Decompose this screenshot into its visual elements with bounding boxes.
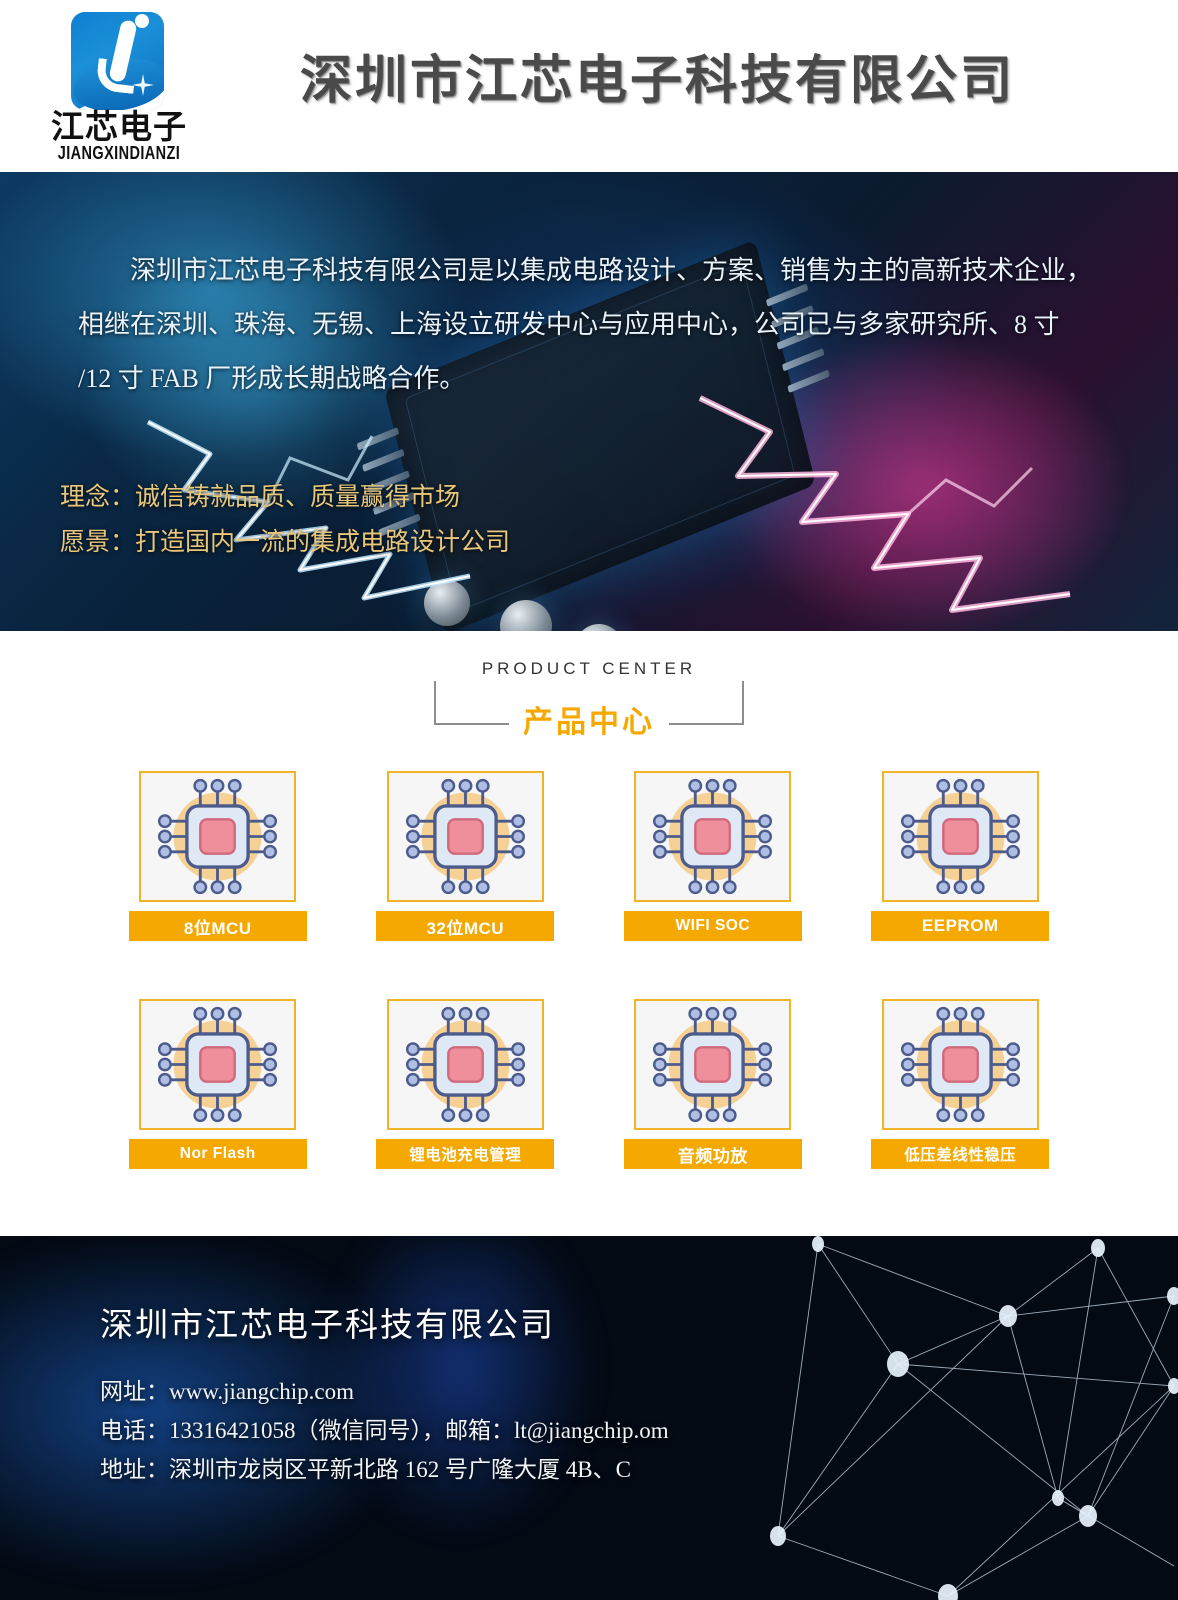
product-card-6[interactable]: 锂电池充电管理 xyxy=(376,999,555,1169)
jiangxin-j-swoosh-logo-icon xyxy=(71,12,164,110)
page-footer: 深圳市江芯电子科技有限公司 网址：www.jiangchip.com 电话：13… xyxy=(0,1236,1178,1600)
product-card-3[interactable]: WIFI SOC xyxy=(623,771,802,941)
product-label: 8位MCU xyxy=(128,911,307,941)
hero-slogans: 理念：诚信铸就品质、质量赢得市场 愿景：打造国内一流的集成电路设计公司 xyxy=(60,475,510,565)
product-label: 锂电池充电管理 xyxy=(376,1139,555,1169)
network-nodes-graphic xyxy=(770,1236,1178,1600)
product-chip-icon xyxy=(386,771,544,902)
product-label: Nor Flash xyxy=(128,1139,307,1169)
hero-slogan-philosophy: 理念：诚信铸就品质、质量赢得市场 xyxy=(60,484,461,511)
product-chip-icon xyxy=(139,771,297,902)
product-chip-icon xyxy=(634,999,792,1130)
section-title-chinese: 产品中心 xyxy=(509,697,669,741)
section-title-english: PRODUCT CENTER xyxy=(434,657,744,681)
product-card-1[interactable]: 8位MCU xyxy=(128,771,307,941)
chip-icon xyxy=(141,773,295,900)
product-card-4[interactable]: EEPROM xyxy=(871,771,1050,941)
product-chip-icon xyxy=(139,999,297,1130)
product-label: 低压差线性稳压 xyxy=(871,1139,1050,1169)
footer-address: 地址：深圳市龙岗区平新北路 162 号广隆大厦 4B、C xyxy=(100,1457,631,1482)
chip-icon xyxy=(388,773,542,900)
product-card-7[interactable]: 音频功放 xyxy=(623,999,802,1169)
logo-chinese-name: 江芯电子 xyxy=(51,108,187,145)
product-chip-icon xyxy=(386,999,544,1130)
chip-icon xyxy=(636,773,790,900)
chip-icon xyxy=(636,1001,790,1128)
product-label: 音频功放 xyxy=(623,1139,802,1169)
hero-banner: 深圳市江芯电子科技有限公司是以集成电路设计、方案、销售为主的高新技术企业，相继在… xyxy=(0,172,1178,631)
company-profile-page: 江芯电子 JIANGXINDIANZI 深圳市江芯电子科技有限公司 深圳市江芯电… xyxy=(0,0,1178,1600)
lightning-bolt-graphic xyxy=(698,395,1071,613)
page-header: 江芯电子 JIANGXINDIANZI 深圳市江芯电子科技有限公司 xyxy=(0,0,1178,172)
chip-icon xyxy=(388,1001,542,1128)
footer-website[interactable]: 网址：www.jiangchip.com xyxy=(100,1372,669,1411)
product-card-5[interactable]: Nor Flash xyxy=(128,999,307,1169)
product-label: EEPROM xyxy=(871,911,1050,941)
footer-contact-block: 深圳市江芯电子科技有限公司 网址：www.jiangchip.com 电话：13… xyxy=(100,1298,669,1489)
product-label: 32位MCU xyxy=(376,911,555,941)
product-chip-icon xyxy=(634,771,792,902)
company-logo[interactable]: 江芯电子 JIANGXINDIANZI xyxy=(24,6,214,166)
chip-icon xyxy=(883,1001,1037,1128)
chip-icon xyxy=(883,773,1037,900)
footer-phone-email[interactable]: 电话：13316421058（微信同号），邮箱：lt@jiangchip.om xyxy=(100,1411,669,1450)
chip-icon xyxy=(141,1001,295,1128)
product-card-8[interactable]: 低压差线性稳压 xyxy=(871,999,1050,1169)
page-title: 深圳市江芯电子科技有限公司 xyxy=(300,52,1016,110)
hero-intro-paragraph: 深圳市江芯电子科技有限公司是以集成电路设计、方案、销售为主的高新技术企业，相继在… xyxy=(78,256,1093,393)
section-header: PRODUCT CENTER 产品中心 xyxy=(434,657,744,741)
logo-pinyin-name: JIANGXINDIANZI xyxy=(57,144,181,164)
product-label: WIFI SOC xyxy=(623,911,802,941)
product-grid: 8位MCU 32位MCU WIFI SOC EEPROM Nor Flash 锂… xyxy=(94,771,1084,1169)
footer-company-name: 深圳市江芯电子科技有限公司 xyxy=(100,1306,555,1343)
product-chip-icon xyxy=(881,999,1039,1130)
product-center-section: PRODUCT CENTER 产品中心 8位MCU 32位MCU WIFI SO… xyxy=(0,631,1178,1236)
product-chip-icon xyxy=(881,771,1039,902)
hero-slogan-vision: 愿景：打造国内一流的集成电路设计公司 xyxy=(60,529,511,556)
product-card-2[interactable]: 32位MCU xyxy=(376,771,555,941)
